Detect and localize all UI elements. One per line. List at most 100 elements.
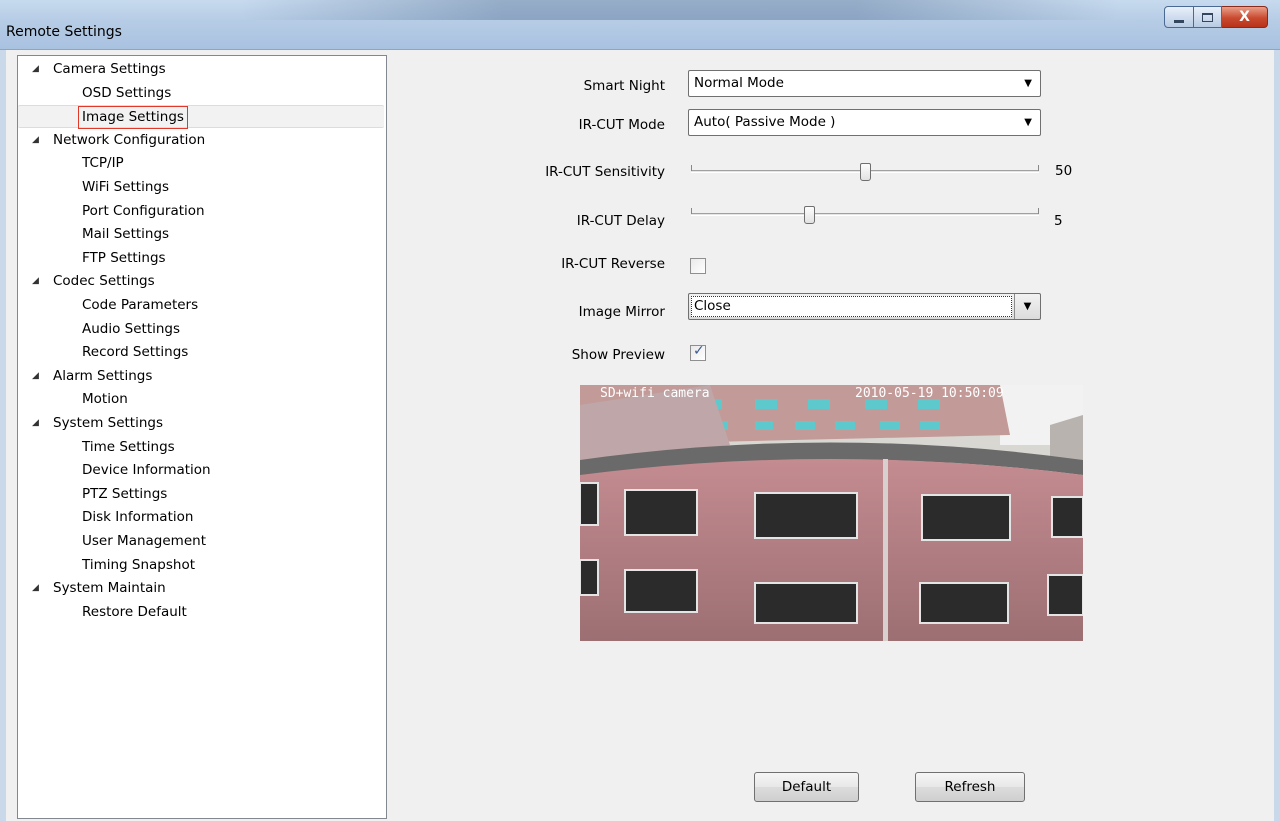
ircut-delay-label: IR-CUT Delay [576,213,665,229]
image-mirror-label: Image Mirror [578,304,665,320]
tree-item[interactable]: FTP Settings [18,247,384,270]
camera-preview: SD+wifi camera 2010-05-19 10:50:09 [580,385,1083,641]
title-bar-decoration [240,0,1120,20]
tree-item[interactable]: Image Settings [18,105,384,130]
close-icon: X [1239,9,1250,25]
maximize-button[interactable] [1194,6,1222,28]
maximize-icon [1202,12,1213,22]
triangle-expanded-icon[interactable]: ◢ [32,58,39,81]
tree-item-label: Mail Settings [82,226,170,243]
image-settings-panel: Smart Night Normal Mode ▼ IR-CUT Mode Au… [388,55,1274,821]
tree-group[interactable]: ◢ System Settings [18,412,384,435]
ircut-sensitivity-slider[interactable] [691,162,1039,182]
ircut-delay-value: 5 [1054,213,1063,229]
settings-tree[interactable]: ◢ Camera Settings OSD Settings Image Settin… [17,55,387,819]
slider-track [691,213,1039,216]
tree-item-label: Restore Default [82,603,187,620]
slider-tick [691,208,692,214]
ircut-mode-value: Auto( Passive Mode ) [694,114,836,130]
tree-group-label: Camera Settings [53,61,166,77]
tree-item-label: OSD Settings [82,84,172,101]
slider-tick [691,165,692,171]
tree-item-label: Audio Settings [82,320,181,337]
tree-item-label: Time Settings [82,438,175,455]
show-preview-label: Show Preview [571,347,665,363]
tree-item[interactable]: Disk Information [18,506,384,529]
refresh-button[interactable]: Refresh [915,772,1025,802]
tree-group-label: Network Configuration [53,131,206,148]
tree-item-label: WiFi Settings [82,179,169,195]
tree-group[interactable]: ◢ Network Configuration [18,129,384,152]
tree-group[interactable]: ◢ Codec Settings [18,270,384,293]
chevron-down-icon[interactable]: ▼ [1014,294,1040,319]
ircut-sensitivity-value: 50 [1055,163,1073,179]
slider-thumb[interactable] [804,206,816,224]
ircut-mode-select[interactable]: Auto( Passive Mode ) ▼ [688,109,1041,136]
default-button[interactable]: Default [754,772,859,802]
tree-group[interactable]: ◢ Alarm Settings [18,365,384,388]
slider-tick [1038,208,1039,214]
tree-item-label: Device Information [82,462,211,479]
tree-item[interactable]: OSD Settings [18,82,384,105]
tree-item[interactable]: Record Settings [18,341,384,364]
tree-item[interactable]: TCP/IP [18,152,384,175]
tree-item[interactable]: Motion [18,388,384,411]
tree-group-label: System Maintain [53,580,166,597]
tree-group-label: Codec Settings [53,273,155,290]
ircut-sensitivity-label: IR-CUT Sensitivity [545,164,665,180]
tree-item[interactable]: Time Settings [18,436,384,459]
tree-group[interactable]: ◢ System Maintain [18,577,384,600]
tree-item-label: Record Settings [82,344,189,361]
tree-item[interactable]: PTZ Settings [18,483,384,506]
preview-osd-name: SD+wifi camera [600,386,710,401]
tree-item-label: Timing Snapshot [82,556,196,573]
triangle-expanded-icon[interactable]: ◢ [32,270,39,293]
minimize-icon [1174,19,1184,23]
show-preview-checkbox[interactable]: ✓ [690,343,706,361]
preview-image: SD+wifi camera 2010-05-19 10:50:09 [580,385,1083,641]
tree-item-label: TCP/IP [82,155,124,172]
tree-item-label: Image Settings [78,106,188,130]
tree-item[interactable]: Audio Settings [18,318,384,341]
triangle-expanded-icon[interactable]: ◢ [32,412,39,435]
tree-item[interactable]: Port Configuration [18,200,384,223]
tree-item-label: Disk Information [82,509,194,526]
image-mirror-select[interactable]: Close ▼ [688,293,1041,320]
title-bar[interactable]: Remote Settings X [0,0,1280,50]
tree-item[interactable]: WiFi Settings [18,176,384,199]
window-title: Remote Settings [6,24,122,40]
tree-item-label: FTP Settings [82,249,166,266]
ircut-mode-label: IR-CUT Mode [578,117,665,133]
tree-item-label: Port Configuration [82,202,205,219]
ircut-delay-slider[interactable] [691,205,1039,225]
tree-item-label: Code Parameters [82,297,199,313]
window-controls: X [1164,6,1268,28]
tree-item[interactable]: User Management [18,530,384,553]
ircut-reverse-checkbox[interactable] [690,258,706,274]
remote-settings-window: Remote Settings X ◢ Camera Settings OSD Se… [0,0,1280,821]
tree-item[interactable]: Timing Snapshot [18,554,384,577]
smart-night-value: Normal Mode [694,75,784,91]
tree-group-label: System Settings [53,415,164,431]
slider-thumb[interactable] [860,163,871,181]
triangle-expanded-icon[interactable]: ◢ [32,129,39,152]
image-mirror-value: Close [691,296,1012,317]
tree-group[interactable]: ◢ Camera Settings [18,58,384,81]
triangle-expanded-icon[interactable]: ◢ [32,365,39,388]
chevron-down-icon: ▼ [1024,78,1032,89]
tree-item[interactable]: Restore Default [18,601,384,624]
chevron-down-icon: ▼ [1024,117,1032,128]
tree-item-label: Motion [82,391,128,408]
tree-item[interactable]: Device Information [18,459,384,482]
tree-item-label: PTZ Settings [82,485,168,502]
tree-item[interactable]: Code Parameters [18,294,384,317]
tree-item[interactable]: Mail Settings [18,223,384,246]
smart-night-label: Smart Night [583,78,665,94]
triangle-expanded-icon[interactable]: ◢ [32,577,39,600]
minimize-button[interactable] [1164,6,1194,28]
slider-tick [1038,165,1039,171]
tree-item-label: User Management [82,533,206,549]
smart-night-select[interactable]: Normal Mode ▼ [688,70,1041,97]
close-button[interactable]: X [1222,6,1268,28]
ircut-reverse-label: IR-CUT Reverse [561,256,665,272]
